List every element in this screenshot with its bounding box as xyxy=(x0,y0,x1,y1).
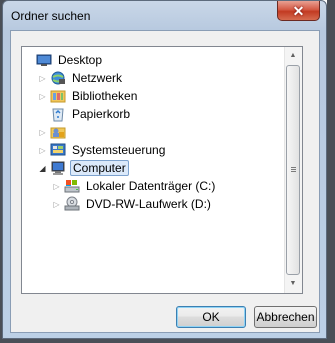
chevron-right-icon[interactable]: ▷ xyxy=(52,177,61,195)
chevron-right-icon[interactable]: ▷ xyxy=(38,141,47,159)
tree-item-label: DVD-RW-Laufwerk (D:) xyxy=(86,197,211,211)
tree-item-label: Systemsteuerung xyxy=(72,143,166,157)
tree-item-label: Papierkorb xyxy=(72,107,131,121)
chevron-right-icon[interactable]: ▷ xyxy=(38,69,47,87)
tree-item-user-folder[interactable]: ▷ xyxy=(38,123,74,141)
arrow-up-icon: ▲ xyxy=(289,52,297,59)
close-icon: ✕ xyxy=(292,2,305,19)
scroll-up-button[interactable]: ▲ xyxy=(285,47,301,64)
chevron-down-icon[interactable]: ◢ xyxy=(38,159,47,177)
tree-item-dvd-drive-d[interactable]: ▷ DVD-RW-Laufwerk (D:) xyxy=(52,195,213,213)
computer-icon xyxy=(50,160,66,176)
window-title: Ordner suchen xyxy=(11,9,91,23)
tree-item-label: Desktop xyxy=(58,53,103,67)
tree-item-label: Computer xyxy=(70,160,129,176)
grip-line xyxy=(291,169,296,170)
tree-item-label: Lokaler Datenträger (C:) xyxy=(86,179,216,193)
scrollbar-thumb[interactable] xyxy=(286,65,300,275)
grip-line xyxy=(291,171,296,172)
vertical-scrollbar[interactable]: ▲ ▼ xyxy=(284,47,302,293)
chevron-right-icon[interactable]: ▷ xyxy=(38,87,47,105)
tree-expander xyxy=(38,105,47,123)
tree-item-bibliotheken[interactable]: ▷ Bibliotheken xyxy=(38,87,139,105)
close-button[interactable]: ✕ xyxy=(277,1,320,21)
chevron-right-icon[interactable]: ▷ xyxy=(38,123,47,141)
tree-item-local-disk-c[interactable]: ▷ Lokaler Datenträger (C:) xyxy=(52,177,217,195)
grip-line xyxy=(291,167,296,168)
tree-item-label xyxy=(70,131,74,133)
tree-expander xyxy=(24,51,33,69)
arrow-down-icon: ▼ xyxy=(289,280,297,287)
network-icon xyxy=(50,70,66,86)
dvd-drive-icon xyxy=(64,196,80,212)
tree-item-systemsteuerung[interactable]: ▷ Systemsteuerung xyxy=(38,141,167,159)
control-panel-icon xyxy=(50,142,66,158)
scroll-down-button[interactable]: ▼ xyxy=(285,275,301,292)
tree-item-computer[interactable]: ◢ Computer xyxy=(38,159,129,177)
tree-item-netzwerk[interactable]: ▷ Netzwerk xyxy=(38,69,124,87)
hard-drive-icon xyxy=(64,178,80,194)
background-edge-right xyxy=(327,0,335,343)
user-folder-icon xyxy=(50,124,66,140)
browse-folder-dialog: Ordner suchen ✕ Desktop ▷ Netzwerk ▷ Bib… xyxy=(2,0,327,339)
ok-button[interactable]: OK xyxy=(176,306,246,328)
dialog-client-area: Desktop ▷ Netzwerk ▷ Bibliotheken Papier… xyxy=(10,30,320,333)
desktop-icon xyxy=(36,52,52,68)
tree-item-label: Netzwerk xyxy=(72,71,123,85)
libraries-icon xyxy=(50,88,66,104)
tree-item-label: Bibliotheken xyxy=(72,89,138,103)
cancel-button[interactable]: Abbrechen xyxy=(254,306,317,328)
folder-tree[interactable]: Desktop ▷ Netzwerk ▷ Bibliotheken Papier… xyxy=(21,46,303,294)
tree-item-papierkorb[interactable]: Papierkorb xyxy=(38,105,132,123)
tree-item-desktop[interactable]: Desktop xyxy=(24,51,104,69)
chevron-right-icon[interactable]: ▷ xyxy=(52,195,61,213)
recycle-bin-icon xyxy=(50,106,66,122)
